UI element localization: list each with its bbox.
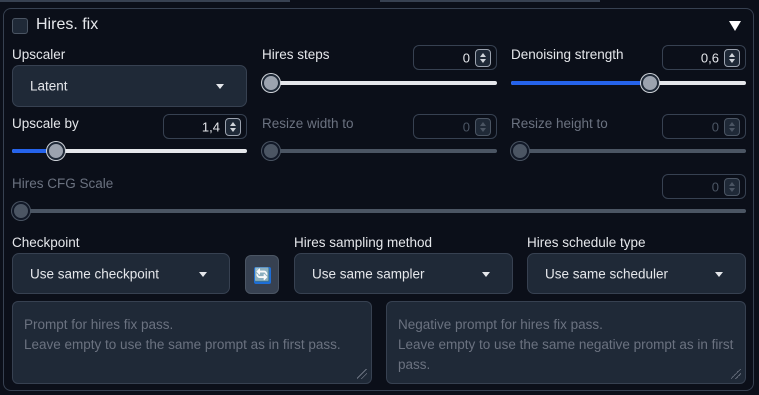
sampler-dropdown[interactable]: Use same sampler	[294, 253, 513, 294]
resize-height-input[interactable]: 0	[662, 114, 746, 139]
slider-handle[interactable]	[262, 142, 280, 160]
cfg-scale-value: 0	[711, 179, 719, 194]
hires-steps-slider[interactable]	[262, 74, 497, 92]
sampler-label: Hires sampling method	[294, 235, 433, 250]
resize-grip-icon[interactable]	[731, 369, 741, 379]
slider-handle[interactable]	[641, 74, 660, 92]
refresh-icon: 🔄	[254, 267, 271, 284]
refresh-checkpoint-button[interactable]: 🔄	[245, 255, 279, 294]
resize-grip-icon[interactable]	[357, 369, 367, 379]
chevron-down-icon	[199, 271, 207, 277]
hires-steps-input[interactable]: 0	[413, 45, 497, 70]
scheduler-label: Hires schedule type	[527, 235, 646, 250]
resize-height-label: Resize height to	[511, 116, 608, 131]
resize-width-input[interactable]: 0	[413, 114, 497, 139]
cfg-scale-label: Hires CFG Scale	[12, 176, 114, 191]
upscaler-value: Latent	[30, 78, 68, 94]
denoising-input[interactable]: 0,6	[662, 45, 746, 70]
hires-prompt-placeholder: Prompt for hires fix pass. Leave empty t…	[24, 317, 341, 352]
checkpoint-dropdown[interactable]: Use same checkpoint	[12, 253, 230, 294]
spinner-icon[interactable]	[724, 49, 740, 67]
upscale-by-value: 1,4	[201, 119, 220, 134]
hires-negative-prompt-placeholder: Negative prompt for hires fix pass. Leav…	[398, 317, 734, 372]
resize-height-slider[interactable]	[511, 142, 746, 160]
spinner-icon[interactable]	[225, 118, 241, 136]
upscaler-dropdown[interactable]: Latent	[12, 65, 247, 107]
checkpoint-label: Checkpoint	[12, 235, 80, 250]
spinner-icon[interactable]	[475, 118, 491, 136]
scheduler-value: Use same scheduler	[545, 266, 669, 281]
resize-width-label: Resize width to	[262, 116, 354, 131]
sampler-value: Use same sampler	[312, 266, 425, 281]
cfg-scale-slider[interactable]	[12, 202, 746, 220]
upscaler-label: Upscaler	[12, 47, 66, 62]
chevron-down-icon	[715, 271, 723, 277]
hires-steps-value: 0	[462, 50, 470, 65]
resize-width-slider[interactable]	[262, 142, 497, 160]
spinner-icon[interactable]	[724, 178, 740, 196]
hires-fix-checkbox[interactable]	[12, 18, 28, 34]
top-divider	[0, 0, 759, 3]
spinner-icon[interactable]	[724, 118, 740, 136]
upscale-by-input[interactable]: 1,4	[163, 114, 247, 139]
checkpoint-value: Use same checkpoint	[30, 266, 160, 281]
upscale-by-slider[interactable]	[12, 142, 247, 160]
upscale-by-label: Upscale by	[12, 116, 79, 131]
chevron-down-icon	[216, 84, 224, 89]
hires-steps-label: Hires steps	[262, 47, 330, 62]
spinner-icon[interactable]	[475, 49, 491, 67]
slider-handle[interactable]	[46, 142, 65, 160]
scheduler-dropdown[interactable]: Use same scheduler	[527, 253, 746, 294]
chevron-down-icon	[482, 271, 490, 277]
slider-handle[interactable]	[12, 202, 30, 220]
resize-width-value: 0	[462, 119, 470, 134]
resize-height-value: 0	[711, 119, 719, 134]
denoising-value: 0,6	[700, 50, 719, 65]
slider-handle[interactable]	[511, 142, 529, 160]
hires-fix-title: Hires. fix	[36, 16, 99, 33]
cfg-scale-input[interactable]: 0	[662, 174, 746, 199]
denoising-slider[interactable]	[511, 74, 746, 92]
slider-handle[interactable]	[262, 74, 280, 92]
collapse-icon[interactable]	[729, 21, 741, 31]
denoising-label: Denoising strength	[511, 47, 624, 62]
hires-prompt-textarea[interactable]: Prompt for hires fix pass. Leave empty t…	[12, 301, 372, 384]
hires-negative-prompt-textarea[interactable]: Negative prompt for hires fix pass. Leav…	[386, 301, 746, 384]
